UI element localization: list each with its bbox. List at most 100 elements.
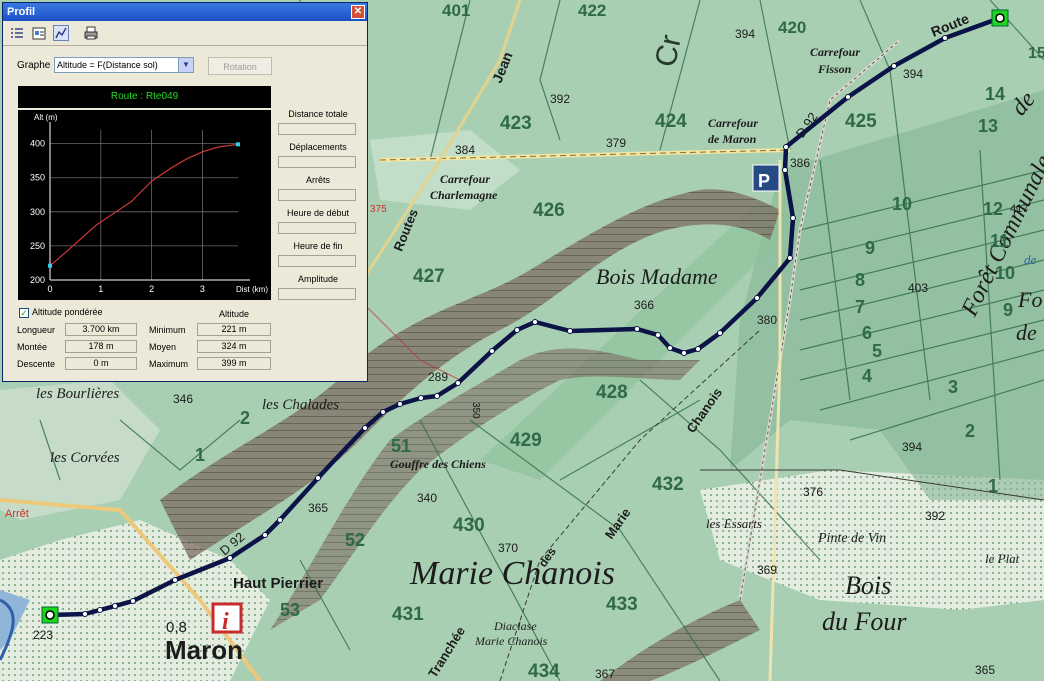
label-parking: P bbox=[758, 171, 770, 191]
label-08: 0,8 bbox=[166, 619, 187, 636]
heure-debut-label: Heure de début bbox=[286, 208, 350, 218]
graphe-select-value: Altitude = F(Distance sol) bbox=[57, 60, 158, 70]
label-maron: Maron bbox=[165, 635, 243, 665]
graphe-select[interactable]: Altitude = F(Distance sol) ▼ bbox=[54, 57, 194, 73]
label-53: 53 bbox=[280, 600, 300, 620]
label-401: 401 bbox=[442, 1, 470, 20]
label-367: 367 bbox=[595, 667, 615, 681]
x-tick-label: 3 bbox=[200, 284, 205, 294]
maximum-value: 399 m bbox=[197, 357, 271, 370]
y-tick-label: 400 bbox=[30, 139, 45, 149]
descente-value: 0 m bbox=[65, 357, 137, 370]
label-365a: 365 bbox=[308, 501, 328, 515]
label-15: 15 bbox=[1028, 45, 1044, 62]
label-gouffre: Gouffre des Chiens bbox=[390, 457, 486, 471]
label-les-essarts: les Essarts bbox=[706, 516, 762, 531]
window-titlebar[interactable]: Profil ✕ bbox=[3, 3, 367, 21]
window-title: Profil bbox=[7, 6, 36, 18]
y-tick-label: 250 bbox=[30, 241, 45, 251]
profile-icon[interactable] bbox=[53, 25, 69, 41]
label-426: 426 bbox=[533, 200, 565, 221]
label-carrefour-ch-1: Carrefour bbox=[440, 172, 490, 186]
maximum-label: Maximum bbox=[149, 359, 189, 369]
label-394b: 394 bbox=[903, 67, 923, 81]
list-icon[interactable] bbox=[9, 25, 25, 41]
label-394c: 394 bbox=[902, 440, 922, 454]
label-12b: 12 bbox=[983, 199, 1003, 219]
label-6: 6 bbox=[862, 323, 872, 343]
label-417: 417 bbox=[1010, 203, 1028, 215]
altitude-profile-svg: 0 1 2 3 200 250 300 350 400 Alt (m) Dist (km) bbox=[30, 113, 268, 294]
label-bois-du-four-1: Bois bbox=[845, 571, 891, 600]
label-432: 432 bbox=[652, 474, 684, 495]
route-start-marker[interactable] bbox=[41, 606, 59, 624]
label-428: 428 bbox=[596, 382, 628, 403]
x-tick-label: 2 bbox=[149, 284, 154, 294]
label-carrefour-maron-2: de Maron bbox=[708, 132, 757, 146]
longueur-label: Longueur bbox=[17, 325, 56, 335]
y-tick-label: 200 bbox=[30, 275, 45, 285]
label-429: 429 bbox=[510, 430, 542, 451]
close-button[interactable]: ✕ bbox=[351, 5, 365, 19]
label-394a: 394 bbox=[735, 27, 755, 41]
properties-icon[interactable] bbox=[31, 25, 47, 41]
label-369: 369 bbox=[757, 563, 777, 577]
label-434: 434 bbox=[528, 661, 560, 681]
x-tick-label: 1 bbox=[98, 284, 103, 294]
label-350: 350 bbox=[470, 402, 481, 419]
label-366: 366 bbox=[634, 298, 654, 312]
label-1a: 1 bbox=[195, 445, 205, 465]
label-10a: 10 bbox=[892, 194, 912, 214]
profile-start-point bbox=[48, 263, 52, 268]
label-430: 430 bbox=[453, 515, 485, 536]
heure-fin-field bbox=[278, 255, 356, 267]
minimum-value: 221 m bbox=[197, 323, 271, 336]
distance-totale-label: Distance totale bbox=[288, 109, 348, 119]
y-axis-label: Alt (m) bbox=[34, 113, 58, 122]
chevron-down-icon[interactable]: ▼ bbox=[178, 58, 193, 72]
label-info-i: i bbox=[222, 609, 229, 635]
label-289: 289 bbox=[428, 370, 448, 384]
label-422: 422 bbox=[578, 1, 606, 20]
label-carrefour-fisson-1: Carrefour bbox=[810, 45, 860, 59]
deplacements-label: Déplacements bbox=[289, 142, 347, 152]
label-10b: 10 bbox=[995, 263, 1015, 283]
label-392b: 392 bbox=[925, 509, 945, 523]
altitude-line bbox=[49, 143, 239, 267]
rotation-button[interactable]: Rotation bbox=[208, 57, 272, 75]
x-tick-label: 0 bbox=[47, 284, 52, 294]
label-424: 424 bbox=[655, 111, 687, 132]
label-pinte-de-vin: Pinte de Vin bbox=[817, 531, 886, 546]
label-14: 14 bbox=[985, 84, 1005, 104]
amplitude-label: Amplitude bbox=[297, 274, 339, 284]
label-420: 420 bbox=[778, 18, 806, 37]
label-9b: 9 bbox=[1003, 300, 1013, 320]
label-bois-du-four-2: du Four bbox=[822, 607, 907, 636]
label-431: 431 bbox=[392, 604, 424, 625]
profil-window[interactable]: Profil ✕ Graphe Altitude = F(Distance so… bbox=[2, 2, 368, 382]
altitude-ponderee-checkbox[interactable]: ✓ bbox=[19, 308, 29, 318]
amplitude-field bbox=[278, 288, 356, 300]
label-3: 3 bbox=[948, 377, 958, 397]
label-365b: 365 bbox=[975, 663, 995, 677]
altitude-ponderee-label: Altitude pondérée bbox=[32, 307, 103, 317]
label-51: 51 bbox=[391, 436, 411, 456]
label-375: 375 bbox=[370, 204, 387, 215]
label-392a: 392 bbox=[550, 92, 570, 106]
label-haut-pierrier: Haut Pierrier bbox=[233, 575, 323, 592]
label-223: 223 bbox=[33, 628, 53, 642]
label-les-bourlieres: les Bourlières bbox=[36, 386, 119, 402]
label-346: 346 bbox=[173, 392, 193, 406]
arrets-field bbox=[278, 189, 356, 201]
x-axis-label: Dist (km) bbox=[236, 285, 268, 294]
label-13: 13 bbox=[978, 116, 998, 136]
label-11: 11 bbox=[990, 231, 1009, 251]
route-end-marker[interactable] bbox=[991, 9, 1009, 27]
toolbar bbox=[3, 21, 367, 46]
label-arret: Arrêt bbox=[5, 508, 29, 520]
longueur-value: 3.700 km bbox=[65, 323, 137, 336]
label-9a: 9 bbox=[865, 238, 875, 258]
heure-debut-field bbox=[278, 222, 356, 234]
label-de-right: de bbox=[1024, 252, 1037, 267]
print-icon[interactable] bbox=[83, 25, 99, 41]
